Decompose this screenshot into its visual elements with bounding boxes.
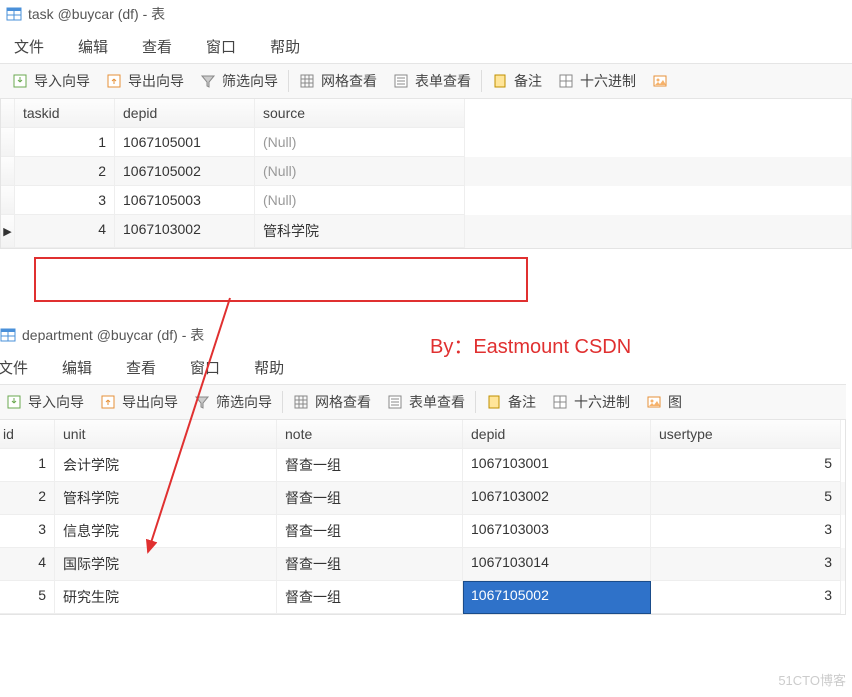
toolbar-top: 导入向导 导出向导 筛选向导 网格查看 表单查看 备注 十六进制 — [0, 63, 852, 99]
table-row[interactable]: 2 1067105002 (Null) — [1, 157, 851, 186]
menu-edit[interactable]: 编辑 — [62, 357, 92, 378]
image-button-top[interactable] — [644, 73, 676, 89]
grid-view-button[interactable]: 网格查看 — [291, 71, 385, 91]
menu-file[interactable]: 文件 — [0, 357, 28, 378]
import-wizard-button[interactable]: 导入向导 — [4, 71, 98, 91]
table-row[interactable]: 4 国际学院 督查一组 1067103014 3 — [0, 548, 845, 581]
col-usertype[interactable]: usertype — [651, 420, 841, 449]
table-row[interactable]: 1 1067105001 (Null) — [1, 128, 851, 157]
toolbar-bottom: 导入向导 导出向导 筛选向导 网格查看 表单查看 备注 十六进制 — [0, 384, 846, 420]
form-view-button[interactable]: 表单查看 — [385, 71, 479, 91]
menu-help[interactable]: 帮助 — [270, 36, 300, 57]
table-row[interactable]: ▶ 4 1067103002 管科学院 — [1, 215, 851, 248]
window-department: department @buycar (df) - 表 文件 编辑 查看 窗口 … — [0, 321, 846, 615]
row-marker-corner — [1, 99, 15, 128]
table-icon — [6, 6, 22, 22]
col-id[interactable]: id — [0, 420, 55, 449]
menu-view[interactable]: 查看 — [126, 357, 156, 378]
window-title: task @buycar (df) - 表 — [28, 4, 165, 24]
annotation-byline: By：Eastmount CSDN — [430, 330, 631, 359]
form-view-button[interactable]: 表单查看 — [379, 392, 473, 412]
col-depid[interactable]: depid — [463, 420, 651, 449]
hex-button[interactable]: 十六进制 — [550, 71, 644, 91]
export-wizard-button[interactable]: 导出向导 — [92, 392, 186, 412]
image-button[interactable]: 图 — [638, 392, 690, 412]
table-icon — [0, 327, 16, 343]
window-task: task @buycar (df) - 表 文件 编辑 查看 窗口 帮助 导入向… — [0, 0, 852, 249]
menu-window[interactable]: 窗口 — [190, 357, 220, 378]
col-unit[interactable]: unit — [55, 420, 277, 449]
col-note[interactable]: note — [277, 420, 463, 449]
table-row[interactable]: 3 1067105003 (Null) — [1, 186, 851, 215]
hex-button[interactable]: 十六进制 — [544, 392, 638, 412]
memo-button[interactable]: 备注 — [484, 71, 550, 91]
annotation-highlight — [34, 257, 528, 302]
col-taskid[interactable]: taskid — [15, 99, 115, 128]
grid-department: id unit note depid usertype 1 会计学院 督查一组 … — [0, 420, 846, 615]
col-depid[interactable]: depid — [115, 99, 255, 128]
menubar-top: 文件 编辑 查看 窗口 帮助 — [0, 28, 852, 63]
menu-view[interactable]: 查看 — [142, 36, 172, 57]
table-row[interactable]: 5 研究生院 督查一组 1067105002 3 — [0, 581, 845, 614]
menubar-bottom: 文件 编辑 查看 窗口 帮助 — [0, 349, 846, 384]
watermark: 51CTO博客 — [778, 670, 846, 689]
filter-wizard-button[interactable]: 筛选向导 — [192, 71, 286, 91]
window-title: department @buycar (df) - 表 — [22, 325, 204, 345]
menu-help[interactable]: 帮助 — [254, 357, 284, 378]
grid-task: taskid depid source 1 1067105001 (Null) … — [0, 99, 852, 249]
col-source[interactable]: source — [255, 99, 465, 128]
table-row[interactable]: 2 管科学院 督查一组 1067103002 5 — [0, 482, 845, 515]
table-row[interactable]: 1 会计学院 督查一组 1067103001 5 — [0, 449, 845, 482]
menu-window[interactable]: 窗口 — [206, 36, 236, 57]
memo-button[interactable]: 备注 — [478, 392, 544, 412]
filter-wizard-button[interactable]: 筛选向导 — [186, 392, 280, 412]
selected-cell[interactable]: 1067105002 — [463, 581, 651, 614]
active-row-marker: ▶ — [1, 215, 15, 248]
menu-edit[interactable]: 编辑 — [78, 36, 108, 57]
menu-file[interactable]: 文件 — [14, 36, 44, 57]
grid-view-button[interactable]: 网格查看 — [285, 392, 379, 412]
table-row[interactable]: 3 信息学院 督查一组 1067103003 3 — [0, 515, 845, 548]
export-wizard-button[interactable]: 导出向导 — [98, 71, 192, 91]
import-wizard-button[interactable]: 导入向导 — [0, 392, 92, 412]
